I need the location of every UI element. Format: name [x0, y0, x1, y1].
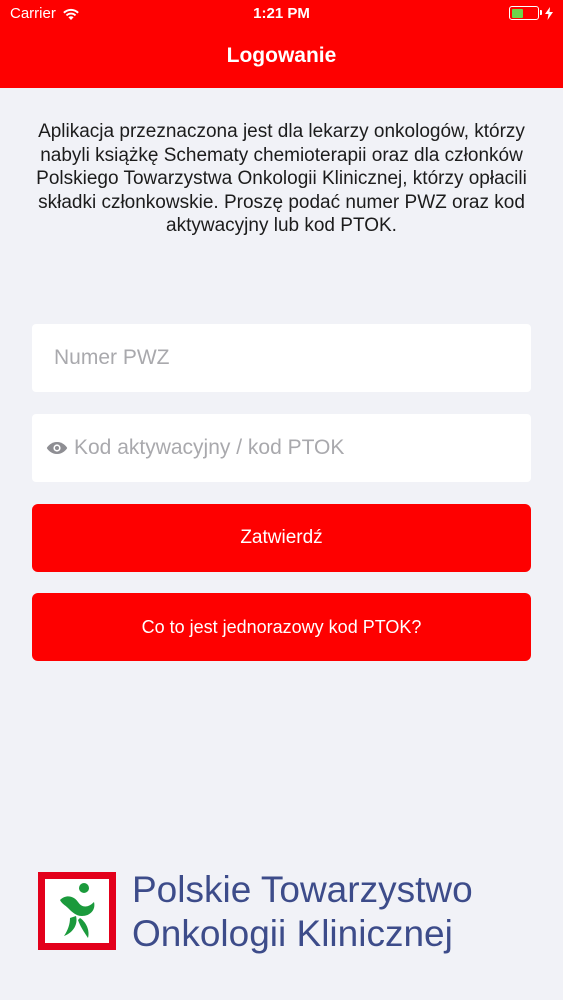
logo-line-1: Polskie Towarzystwo: [132, 869, 473, 910]
activation-code-input[interactable]: [74, 414, 531, 482]
ptok-logo-mark-icon: [38, 872, 116, 950]
intro-text: Aplikacja przeznaczona jest dla lekarzy …: [36, 121, 527, 236]
logo-line-2: Onkologii Klinicznej: [132, 913, 453, 954]
battery-icon: [509, 6, 542, 20]
status-right: [509, 6, 553, 20]
ptok-logo-text: Polskie Towarzystwo Onkologii Klinicznej: [132, 868, 473, 956]
code-field-container: [32, 414, 531, 482]
charging-icon: [545, 6, 553, 20]
page-title: Logowanie: [226, 44, 337, 67]
status-time: 1:21 PM: [253, 5, 310, 22]
eye-icon[interactable]: [46, 441, 68, 455]
ptok-info-button[interactable]: Co to jest jednorazowy kod PTOK?: [32, 593, 531, 661]
app-header: Carrier 1:21 PM Logowanie: [0, 0, 563, 88]
ptok-logo: Polskie Towarzystwo Onkologii Klinicznej: [38, 868, 528, 958]
submit-button[interactable]: Zatwierdź: [32, 504, 531, 572]
pwz-field-container: [32, 324, 531, 392]
pwz-input[interactable]: [54, 324, 531, 392]
status-bar: Carrier 1:21 PM: [0, 0, 563, 30]
